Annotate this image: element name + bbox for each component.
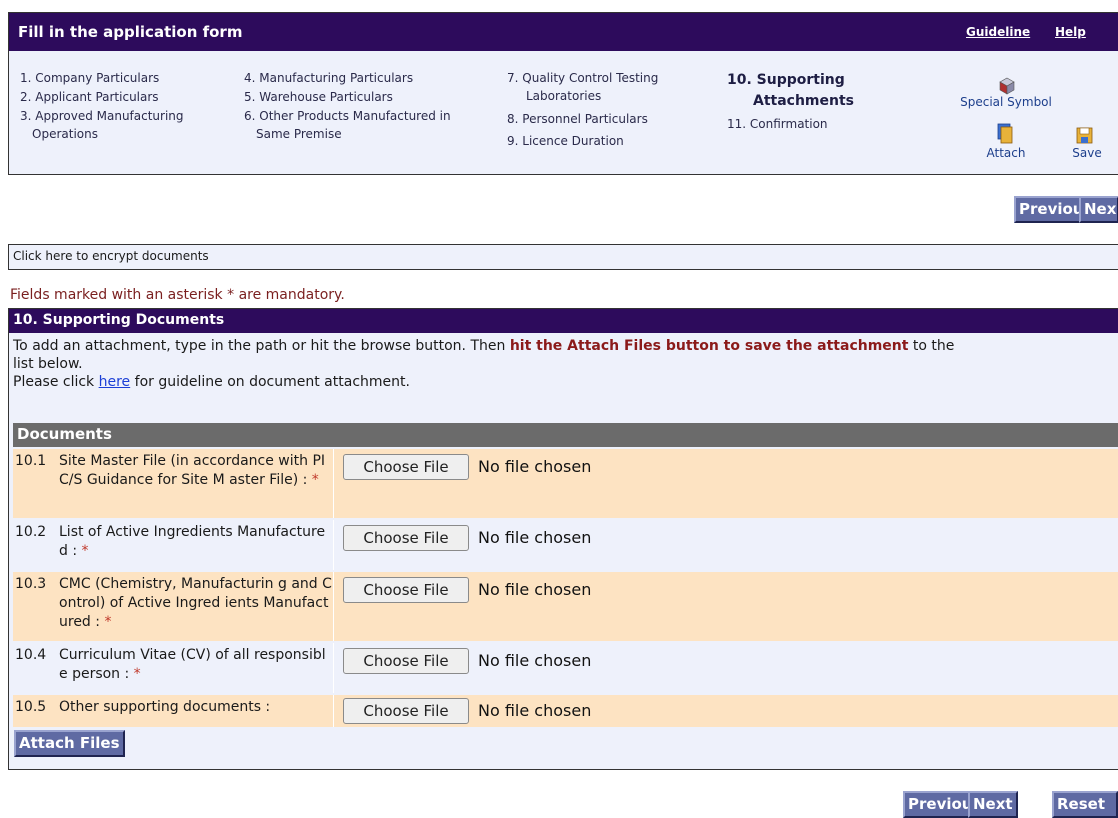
step-confirmation[interactable]: 11. Confirmation — [727, 117, 828, 132]
row-number: 10.3 — [15, 576, 47, 592]
row-divider — [333, 520, 334, 570]
row-label: Curriculum Vitae (CV) of all responsible… — [59, 646, 333, 684]
intro-text-b: to the — [908, 338, 955, 354]
required-asterisk: * — [81, 543, 89, 559]
choose-file-button[interactable]: Choose File — [343, 525, 469, 551]
section-intro: To add an attachment, type in the path o… — [13, 337, 1118, 391]
choose-file-button[interactable]: Choose File — [343, 648, 469, 674]
intro-text-emphasis: hit the Attach Files button to save the … — [509, 338, 909, 354]
document-row-10-3: 10.3 CMC (Chemistry, Manufacturin g and … — [13, 572, 1118, 641]
row-label: Other supporting documents : — [59, 698, 333, 717]
row-label: Site Master File (in accordance with PIC… — [59, 452, 333, 490]
row-number: 10.5 — [15, 699, 47, 715]
row-divider — [333, 449, 334, 518]
row-divider — [333, 695, 334, 727]
row-label-text: List of Active Ingredients Manufactured … — [59, 524, 326, 559]
row-label-text: Curriculum Vitae (CV) of all responsible… — [59, 647, 326, 682]
help-link[interactable]: Help — [1055, 25, 1086, 39]
document-row-10-5: 10.5 Other supporting documents : Choose… — [13, 695, 1118, 727]
next-button-top[interactable]: Nex — [1079, 196, 1118, 223]
guideline-text-b: for guideline on document attachment. — [130, 374, 410, 390]
guideline-text-a: Please click — [13, 374, 99, 390]
step-supporting-attachments: 10. Supporting — [727, 72, 845, 88]
row-label: List of Active Ingredients Manufactured … — [59, 523, 333, 561]
file-status: No file chosen — [478, 528, 592, 547]
choose-file-button[interactable]: Choose File — [343, 454, 469, 480]
choose-file-button[interactable]: Choose File — [343, 577, 469, 603]
row-divider — [333, 643, 334, 693]
step-warehouse-particulars[interactable]: 5. Warehouse Particulars — [244, 90, 393, 105]
row-label-text: Site Master File (in accordance with PIC… — [59, 453, 326, 488]
header-bar: Fill in the application form Guideline H… — [9, 13, 1118, 51]
guideline-link[interactable]: Guideline — [966, 25, 1030, 39]
step-approved-manufacturing-cont[interactable]: Operations — [32, 127, 98, 142]
step-quality-control[interactable]: 7. Quality Control Testing — [507, 71, 658, 86]
guideline-here-link[interactable]: here — [99, 374, 131, 390]
row-number: 10.4 — [15, 647, 47, 663]
file-status: No file chosen — [478, 701, 592, 720]
intro-line-2: list below. — [13, 356, 83, 372]
step-applicant-particulars[interactable]: 2. Applicant Particulars — [20, 90, 159, 105]
step-quality-control-cont[interactable]: Laboratories — [526, 89, 601, 104]
file-status: No file chosen — [478, 580, 592, 599]
step-company-particulars[interactable]: 1. Company Particulars — [20, 71, 159, 86]
step-supporting-attachments-cont: Attachments — [753, 93, 855, 109]
documents-header: Documents — [13, 423, 1118, 447]
intro-line-1: To add an attachment, type in the path o… — [13, 337, 1118, 355]
supporting-documents-section: 10. Supporting Documents To add an attac… — [8, 308, 1118, 770]
encrypt-documents-link[interactable]: Click here to encrypt documents — [8, 244, 1118, 270]
file-status: No file chosen — [478, 457, 592, 476]
step-other-products-cont[interactable]: Same Premise — [256, 127, 342, 142]
choose-file-button[interactable]: Choose File — [343, 698, 469, 724]
guideline-line: Please click here for guideline on docum… — [13, 373, 1118, 391]
next-button-bottom[interactable]: Next — [968, 791, 1018, 818]
special-symbol-label[interactable]: Special Symbol — [946, 95, 1066, 109]
row-divider — [333, 572, 334, 641]
step-approved-manufacturing[interactable]: 3. Approved Manufacturing — [20, 109, 184, 124]
document-row-10-4: 10.4 Curriculum Vitae (CV) of all respon… — [13, 643, 1118, 693]
intro-text-a: To add an attachment, type in the path o… — [13, 338, 510, 354]
save-label[interactable]: Save — [1067, 146, 1107, 160]
encrypt-documents-text[interactable]: Click here to encrypt documents — [13, 249, 209, 263]
document-row-10-1: 10.1 Site Master File (in accordance wit… — [13, 449, 1118, 518]
step-manufacturing-particulars[interactable]: 4. Manufacturing Particulars — [244, 71, 413, 86]
step-other-products[interactable]: 6. Other Products Manufactured in — [244, 109, 451, 124]
row-label-text: Other supporting documents : — [59, 699, 271, 715]
mandatory-note: Fields marked with an asterisk * are man… — [10, 287, 345, 303]
row-label: CMC (Chemistry, Manufacturin g and Contr… — [59, 575, 333, 632]
attach-row: Attach Files — [13, 727, 1118, 767]
row-number: 10.2 — [15, 524, 47, 540]
form-header-panel: Fill in the application form Guideline H… — [8, 12, 1118, 175]
attach-label[interactable]: Attach — [984, 146, 1028, 160]
step-licence-duration[interactable]: 9. Licence Duration — [507, 134, 624, 149]
row-label-text: CMC (Chemistry, Manufacturin g and Contr… — [59, 576, 332, 630]
row-number: 10.1 — [15, 453, 47, 469]
required-asterisk: * — [104, 614, 112, 630]
attach-files-button[interactable]: Attach Files — [14, 730, 125, 757]
page-title: Fill in the application form — [18, 23, 243, 41]
step-personnel-particulars[interactable]: 8. Personnel Particulars — [507, 112, 648, 127]
document-row-10-2: 10.2 List of Active Ingredients Manufact… — [13, 520, 1118, 570]
section-title: 10. Supporting Documents — [9, 309, 1118, 333]
reset-button-bottom[interactable]: Reset — [1052, 791, 1118, 818]
required-asterisk: * — [133, 666, 141, 682]
file-status: No file chosen — [478, 651, 592, 670]
required-asterisk: * — [311, 472, 319, 488]
